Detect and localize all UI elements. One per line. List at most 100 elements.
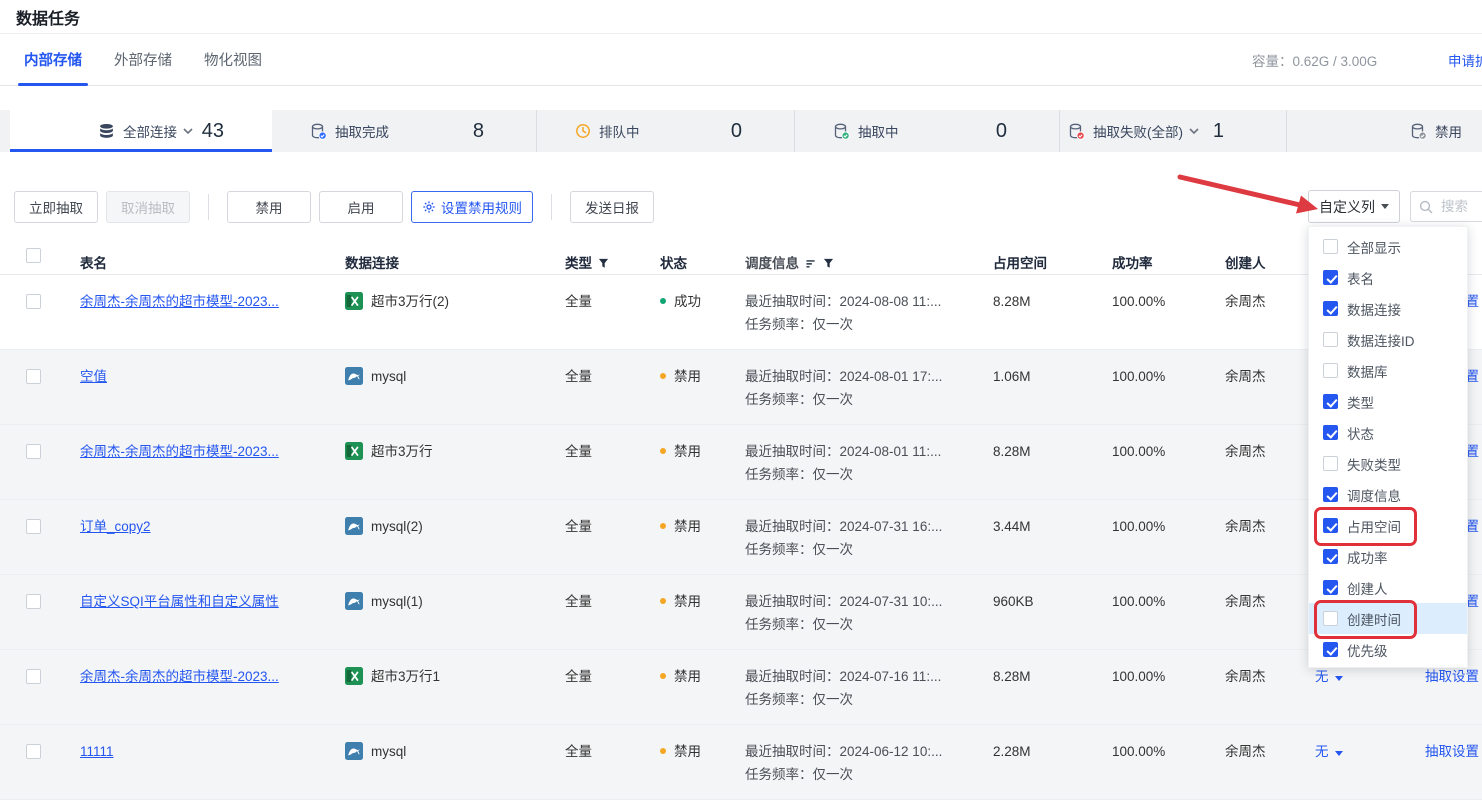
row-checkbox[interactable] [26, 744, 41, 759]
column-option-0[interactable]: 全部显示 [1309, 231, 1467, 262]
row-checkbox[interactable] [26, 594, 41, 609]
checkbox-checked-icon[interactable] [1323, 301, 1338, 316]
status-dot [660, 448, 666, 454]
row-checkbox[interactable] [26, 294, 41, 309]
status-card-extract-failed-label: 抽取失败(全部) [1093, 121, 1183, 141]
column-header-type: 类型 [550, 237, 645, 274]
status-cell: 禁用 [645, 575, 740, 649]
checkbox-unchecked-icon[interactable] [1323, 363, 1338, 378]
column-header-name: 表名 [56, 237, 330, 274]
search-input[interactable] [1439, 198, 1482, 215]
status-card-extract-failed-count: 1 [1213, 120, 1224, 143]
table-row: 自定义SQI平台属性和自定义属性mysql(1)全量禁用最近抽取时间：2024-… [0, 575, 1482, 650]
table-name-link[interactable]: 余周杰-余周杰的超市模型-2023... [80, 444, 279, 459]
checkbox-checked-icon[interactable] [1323, 580, 1338, 595]
checkbox-unchecked-icon[interactable] [1323, 239, 1338, 254]
capacity-label: 容量：0.62G / 3.00G [1252, 34, 1377, 86]
column-option-label: 类型 [1347, 392, 1374, 412]
toolbar-divider [208, 194, 209, 220]
set-disable-rules-button[interactable]: 设置禁用规则 [411, 191, 533, 223]
checkbox-checked-icon[interactable] [1323, 518, 1338, 533]
extract-now-button[interactable]: 立即抽取 [14, 191, 98, 223]
cancel-extract-button[interactable]: 取消抽取 [106, 191, 190, 223]
column-option-10[interactable]: 成功率 [1309, 541, 1467, 572]
table-row: 余周杰-余周杰的超市模型-2023...超市3万行(2)全量成功最近抽取时间：2… [0, 275, 1482, 350]
enable-button[interactable]: 启用 [319, 191, 403, 223]
checkbox-checked-icon[interactable] [1323, 270, 1338, 285]
status-card-disabled[interactable]: 禁用 [1287, 110, 1482, 152]
chevron-down-icon [183, 128, 193, 135]
table-name-link[interactable]: 余周杰-余周杰的超市模型-2023... [80, 294, 279, 309]
column-option-7[interactable]: 失败类型 [1309, 448, 1467, 479]
select-all-checkbox[interactable] [26, 248, 41, 263]
table-name-cell: 余周杰-余周杰的超市模型-2023... [56, 275, 330, 349]
column-option-3[interactable]: 数据连接ID [1309, 324, 1467, 355]
table-name-link[interactable]: 余周杰-余周杰的超市模型-2023... [80, 669, 279, 684]
schedule-cell: 最近抽取时间：2024-08-01 17:...任务频率：仅一次 [740, 350, 985, 424]
row-checkbox[interactable] [26, 369, 41, 384]
table-name-link[interactable]: 空值 [80, 369, 107, 384]
size-cell: 8.28M [985, 650, 1110, 724]
column-option-11[interactable]: 创建人 [1309, 572, 1467, 603]
tab-internal-storage[interactable]: 内部存储 [16, 34, 90, 85]
column-option-13[interactable]: 优先级 [1309, 634, 1467, 665]
column-option-5[interactable]: 类型 [1309, 386, 1467, 417]
column-option-4[interactable]: 数据库 [1309, 355, 1467, 386]
table-name-link[interactable]: 自定义SQI平台属性和自定义属性 [80, 594, 279, 609]
row-checkbox[interactable] [26, 669, 41, 684]
success-rate-cell: 100.00% [1110, 275, 1225, 349]
send-daily-report-button[interactable]: 发送日报 [570, 191, 654, 223]
row-checkbox[interactable] [26, 519, 41, 534]
checkbox-checked-icon[interactable] [1323, 642, 1338, 657]
checkbox-checked-icon[interactable] [1323, 394, 1338, 409]
extract-settings-link[interactable]: 抽取设置 [1425, 744, 1479, 759]
column-option-8[interactable]: 调度信息 [1309, 479, 1467, 510]
search-box[interactable] [1410, 191, 1482, 222]
status-card-extract-done[interactable]: 抽取完成8 [272, 110, 537, 152]
priority-dropdown[interactable]: 无 [1315, 744, 1343, 759]
column-option-label: 表名 [1347, 268, 1374, 288]
row-checkbox-cell [0, 425, 56, 499]
filter-icon[interactable] [823, 258, 834, 269]
checkbox-unchecked-icon[interactable] [1323, 456, 1338, 471]
column-option-6[interactable]: 状态 [1309, 417, 1467, 448]
status-cell: 禁用 [645, 425, 740, 499]
priority-dropdown[interactable]: 无 [1315, 669, 1343, 684]
disable-button[interactable]: 禁用 [227, 191, 311, 223]
table-name-cell: 自定义SQI平台属性和自定义属性 [56, 575, 330, 649]
table-name-cell: 订单_copy2 [56, 500, 330, 574]
type-cell: 全量 [550, 575, 645, 649]
tabs: 内部存储外部存储物化视图 [10, 34, 270, 85]
creator-cell: 余周杰 [1225, 275, 1315, 349]
tab-materialized-view[interactable]: 物化视图 [196, 34, 270, 85]
checkbox-checked-icon[interactable] [1323, 425, 1338, 440]
type-cell: 全量 [550, 350, 645, 424]
database-stack-icon [98, 123, 115, 140]
status-card-all-connections[interactable]: 全部连接43 [10, 110, 272, 152]
column-option-2[interactable]: 数据连接 [1309, 293, 1467, 324]
table-name-link[interactable]: 订单_copy2 [80, 519, 151, 534]
status-card-extracting[interactable]: 抽取中0 [795, 110, 1060, 152]
checkbox-unchecked-icon[interactable] [1323, 611, 1338, 626]
checkbox-checked-icon[interactable] [1323, 549, 1338, 564]
column-option-9[interactable]: 占用空间 [1309, 510, 1467, 541]
custom-columns-button[interactable]: 自定义列 [1308, 190, 1400, 223]
expand-capacity-link[interactable]: 申请扩容 [1448, 34, 1482, 86]
status-card-extract-failed[interactable]: 抽取失败(全部) 1 [1060, 110, 1287, 152]
filter-icon[interactable] [598, 258, 609, 269]
toolbar-buttons: 立即抽取取消抽取 禁用启用设置禁用规则 发送日报 [14, 191, 662, 223]
sort-icon[interactable] [805, 258, 817, 269]
tab-external-storage[interactable]: 外部存储 [106, 34, 180, 85]
status-dot [660, 748, 666, 754]
checkbox-unchecked-icon[interactable] [1323, 332, 1338, 347]
column-option-label: 全部显示 [1347, 237, 1401, 257]
column-option-12[interactable]: 创建时间 [1309, 603, 1467, 634]
extract-settings-link[interactable]: 抽取设置 [1425, 669, 1479, 684]
status-card-queued[interactable]: 排队中0 [537, 110, 795, 152]
column-option-1[interactable]: 表名 [1309, 262, 1467, 293]
connection-cell: mysql(1) [330, 575, 550, 649]
row-checkbox[interactable] [26, 444, 41, 459]
checkbox-checked-icon[interactable] [1323, 487, 1338, 502]
table-name-link[interactable]: 11111 [80, 744, 114, 759]
creator-cell: 余周杰 [1225, 575, 1315, 649]
